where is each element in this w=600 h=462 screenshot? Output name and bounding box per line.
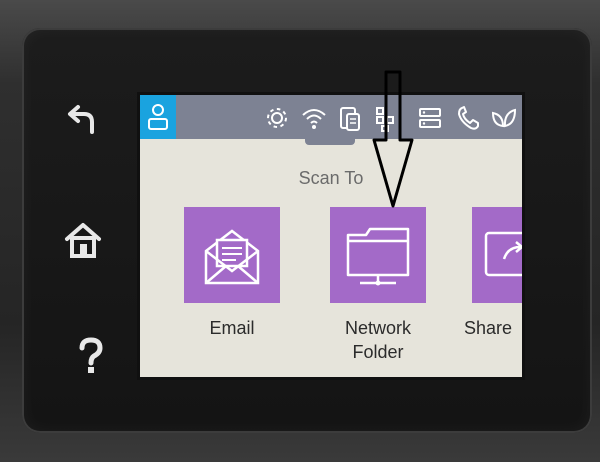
email-label-line1: Email xyxy=(209,318,255,338)
back-icon xyxy=(68,105,94,134)
network-folder-label: Network Folder xyxy=(318,316,438,364)
share-label-line1: Share xyxy=(464,318,513,338)
home-icon xyxy=(65,223,101,258)
network-folder-icon xyxy=(346,227,410,286)
eco-button[interactable] xyxy=(490,105,518,136)
network-folder-label-line1: Network xyxy=(344,318,411,338)
wifi-direct-icon xyxy=(340,107,360,131)
network-folder-tile[interactable] xyxy=(330,207,426,303)
share-label: Share xyxy=(464,316,522,340)
help-button[interactable] xyxy=(76,336,106,376)
email-label: Email xyxy=(184,316,280,340)
touch-screen: Scan To Email Network Folder Share xyxy=(140,95,522,377)
usb-icon xyxy=(419,108,441,128)
network-folder-label-line2: Folder xyxy=(352,342,404,362)
annotation-arrow xyxy=(372,70,414,208)
settings-button[interactable] xyxy=(264,105,290,136)
settings-icon xyxy=(267,108,287,128)
help-icon xyxy=(79,337,103,373)
share-icon xyxy=(484,231,522,277)
envelope-icon xyxy=(204,229,260,285)
usb-button[interactable] xyxy=(417,105,443,136)
eco-icon xyxy=(491,108,517,128)
page-title: Scan To xyxy=(298,168,364,188)
wifi-icon xyxy=(302,109,326,129)
wifi-direct-button[interactable] xyxy=(337,105,363,138)
status-bar xyxy=(140,95,522,139)
user-sign-in-button[interactable] xyxy=(140,95,176,139)
user-icon xyxy=(148,104,168,130)
back-button[interactable] xyxy=(62,104,104,140)
home-button[interactable] xyxy=(62,220,104,260)
email-tile[interactable] xyxy=(184,207,280,303)
wifi-button[interactable] xyxy=(300,105,328,136)
pull-down-handle[interactable] xyxy=(305,139,355,145)
fax-icon xyxy=(458,106,479,130)
fax-button[interactable] xyxy=(456,105,482,136)
share-tile[interactable] xyxy=(472,207,522,303)
